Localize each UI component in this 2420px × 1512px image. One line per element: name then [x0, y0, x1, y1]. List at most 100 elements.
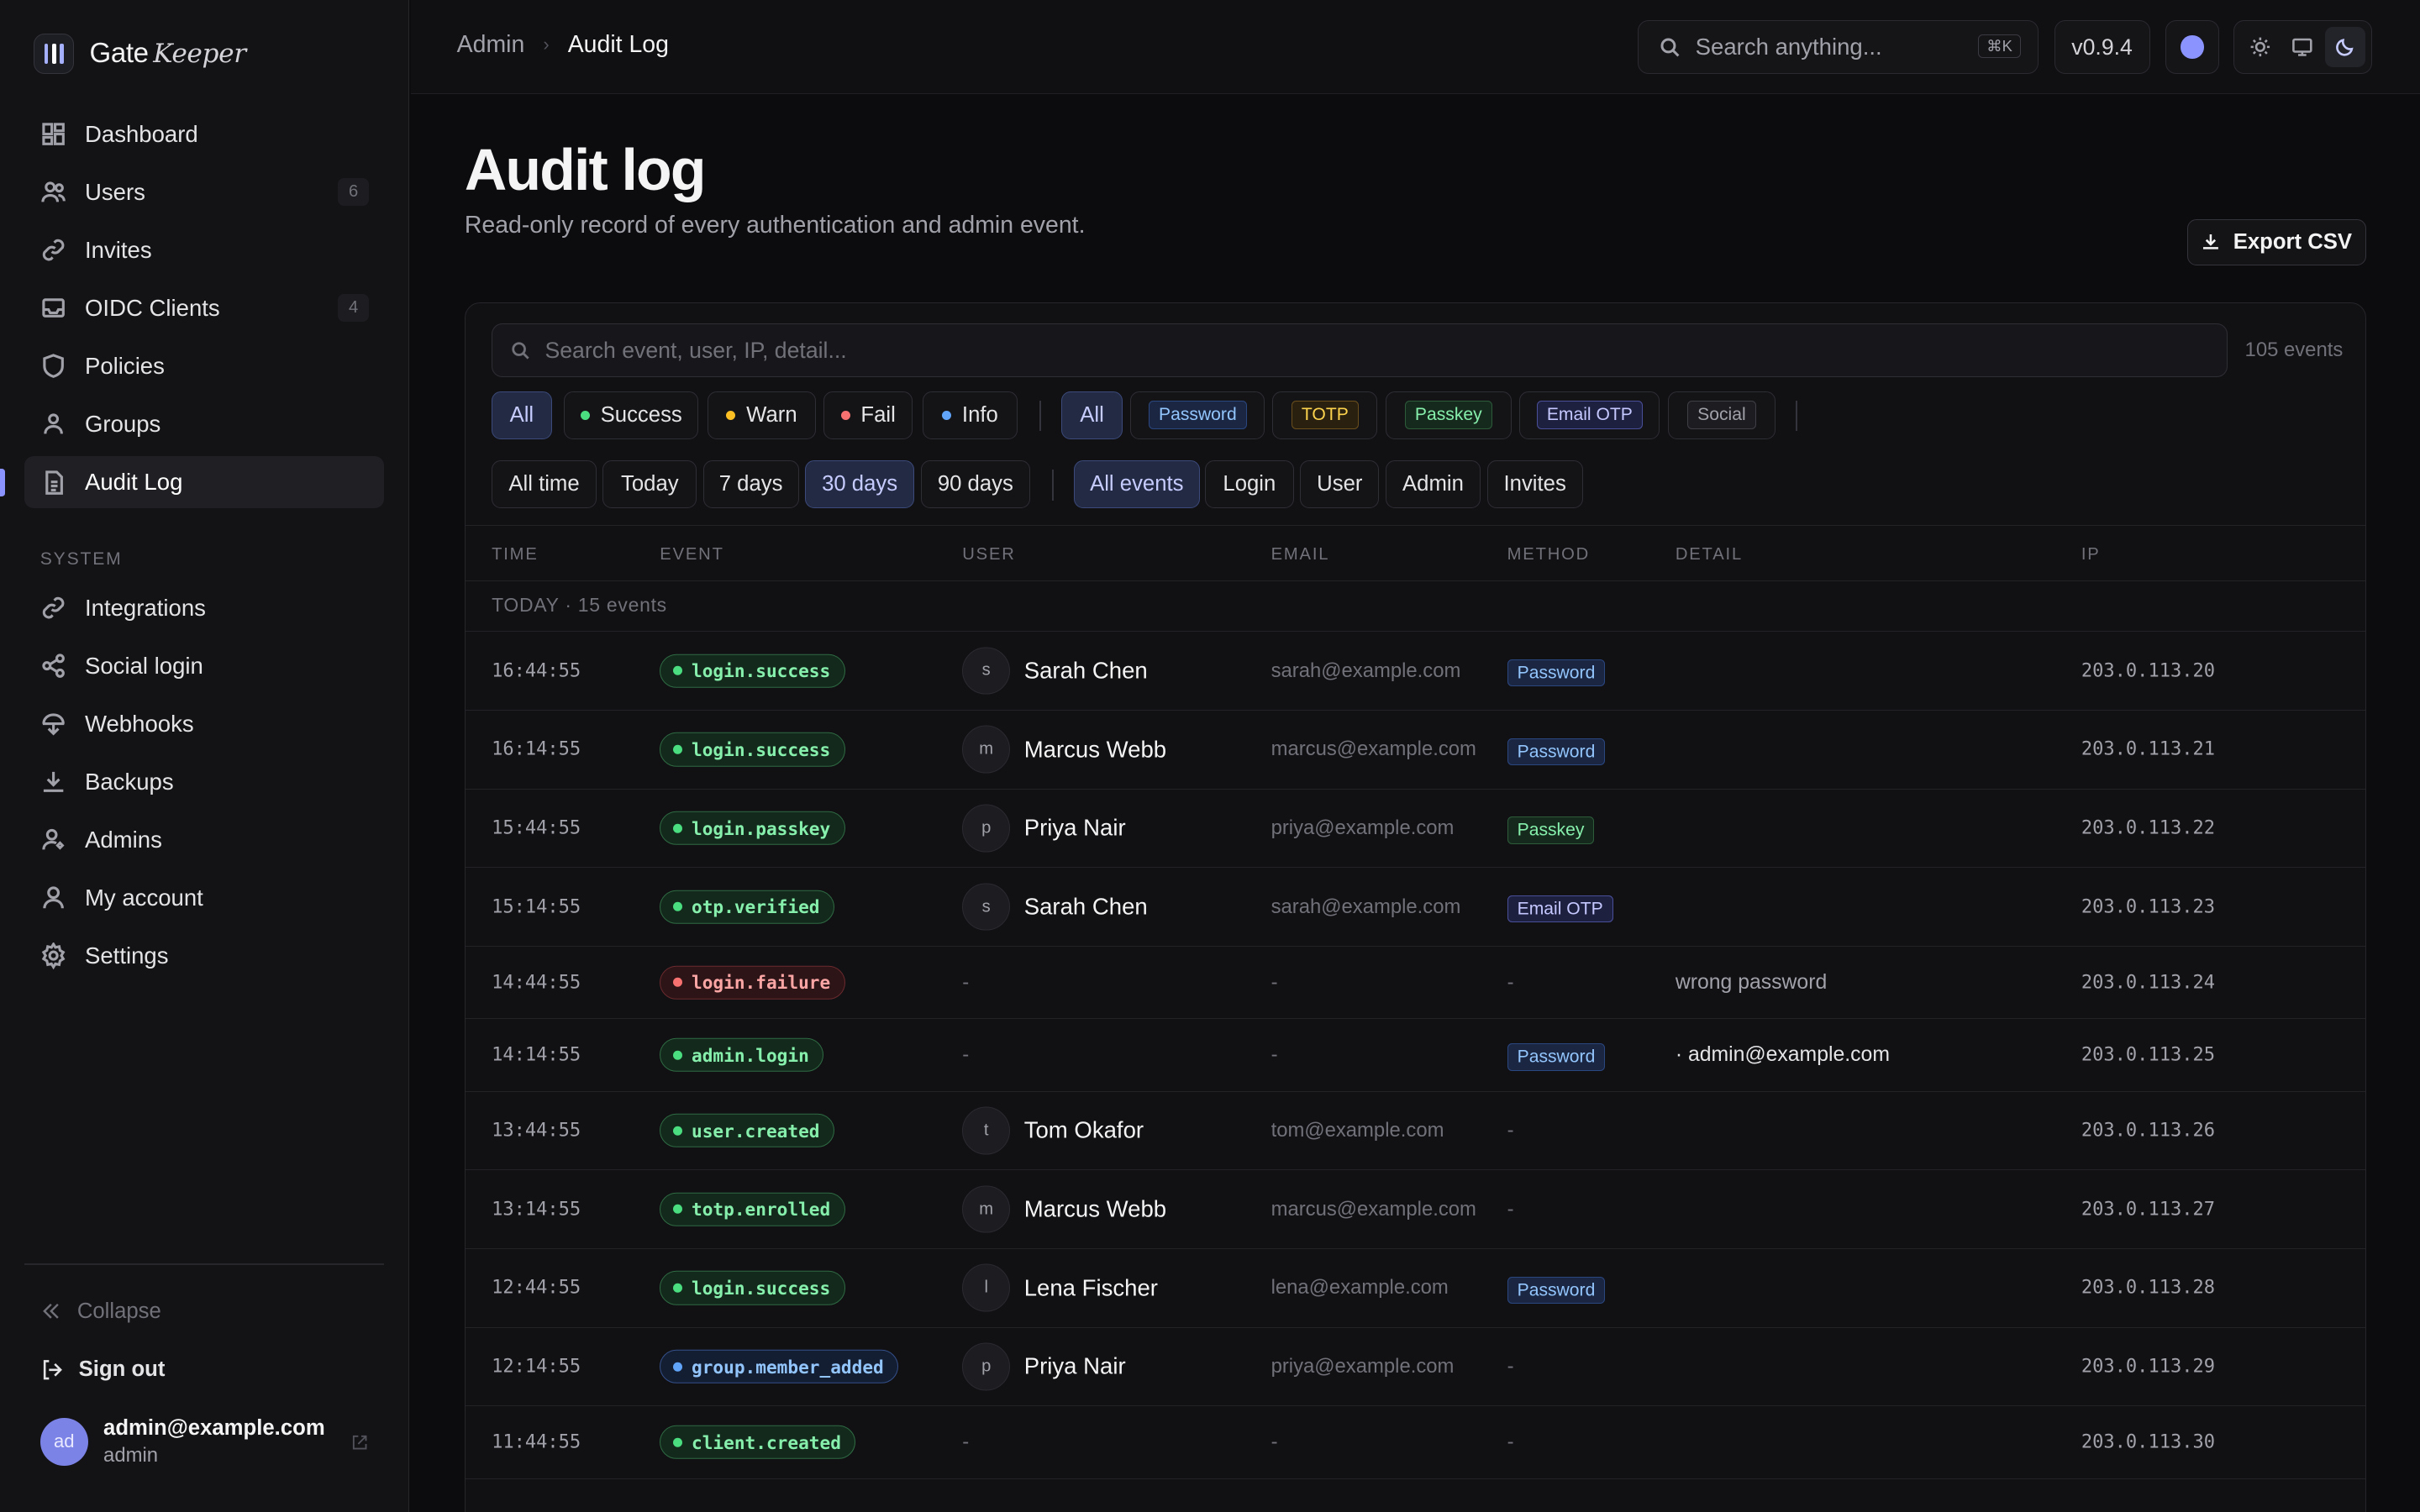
count-badge: 6	[338, 178, 369, 207]
range-filter-7-days[interactable]: 7 days	[702, 460, 799, 509]
event-badge[interactable]: admin.login	[660, 1037, 824, 1073]
avatar: m	[962, 725, 1011, 774]
event-badge[interactable]: login.success	[660, 732, 845, 767]
global-search-input[interactable]: Search anything... ⌘K	[1637, 19, 2039, 75]
method-filter-totp[interactable]: TOTP	[1272, 391, 1378, 439]
sidebar-item-invites[interactable]: Invites	[24, 224, 384, 276]
current-user-card[interactable]: ad admin@example.com admin	[39, 1416, 325, 1467]
event-badge[interactable]: login.passkey	[660, 811, 845, 846]
event-badge[interactable]: group.member_added	[660, 1349, 899, 1384]
event-badge[interactable]: login.success	[660, 654, 845, 688]
range-filter-today[interactable]: Today	[602, 460, 697, 509]
user-cell[interactable]: m Marcus Webb	[962, 1185, 1166, 1233]
range-filter-90-days[interactable]: 90 days	[920, 460, 1031, 509]
user-email: -	[1270, 1430, 1278, 1453]
range-filter-30-days[interactable]: 30 days	[804, 460, 915, 509]
sidebar-item-dashboard[interactable]: Dashboard	[24, 108, 384, 160]
ip-address: 203.0.113.22	[2081, 817, 2216, 839]
method-filter-email-otp[interactable]: Email OTP	[1519, 391, 1660, 439]
user-cell[interactable]: p Priya Nair	[962, 804, 1126, 853]
user-cell[interactable]: s Sarah Chen	[962, 883, 1148, 931]
kind-filter-all-events[interactable]: All events	[1073, 460, 1201, 509]
event-badge[interactable]: login.success	[660, 1271, 845, 1305]
external-link-icon[interactable]	[352, 1435, 367, 1450]
sidebar-item-oidc-clients[interactable]: OIDC Clients 4	[24, 282, 384, 334]
table-row[interactable]: 11:44:55 client.created - - - 203.0.113.30	[465, 1406, 2365, 1479]
method-filter-all[interactable]: All	[1060, 391, 1123, 439]
theme-light-button[interactable]	[2240, 27, 2281, 67]
event-time: 13:14:55	[492, 1199, 581, 1221]
theme-system-button[interactable]	[2282, 27, 2323, 67]
sidebar-item-webhooks[interactable]: Webhooks	[24, 698, 384, 750]
sidebar-item-audit-log[interactable]: Audit Log	[0, 455, 385, 509]
event-search-input[interactable]: Search event, user, IP, detail...	[492, 323, 2228, 378]
status-filter-warn[interactable]: Warn	[708, 391, 816, 439]
sun-icon	[2250, 37, 2270, 57]
table-row[interactable]: 16:44:55 login.success s Sarah Chen sarah@ex…	[465, 632, 2365, 711]
sidebar-item-my-account[interactable]: My account	[24, 872, 384, 924]
user-name: Sarah Chen	[1023, 657, 1148, 684]
sidebar-item-policies[interactable]: Policies	[24, 340, 384, 392]
theme-dark-button[interactable]	[2325, 27, 2365, 67]
event-badge[interactable]: login.failure	[660, 965, 845, 1000]
user-cell[interactable]: l Lena Fischer	[962, 1263, 1158, 1312]
column-header-email[interactable]: EMAIL	[1271, 545, 1330, 564]
inbox-icon	[42, 298, 65, 318]
sign-out-button[interactable]: Sign out	[40, 1357, 165, 1382]
method-filter-passkey[interactable]: Passkey	[1385, 391, 1512, 439]
sidebar-item-admins[interactable]: Admins	[24, 814, 384, 866]
column-header-method[interactable]: METHOD	[1507, 545, 1591, 564]
kind-filter-user[interactable]: User	[1300, 460, 1380, 509]
column-header-detail[interactable]: DETAIL	[1676, 545, 1743, 564]
sidebar-item-backups[interactable]: Backups	[24, 756, 384, 808]
range-filter-all-time[interactable]: All time	[492, 460, 597, 509]
method-filter-social[interactable]: Social	[1667, 391, 1776, 439]
column-header-event[interactable]: EVENT	[660, 545, 724, 564]
status-dot-icon	[672, 902, 682, 912]
day-group-header: TODAY · 15 events	[465, 582, 2365, 633]
status-filter-success[interactable]: Success	[564, 391, 699, 439]
column-header-ip[interactable]: IP	[2081, 545, 2101, 564]
collapse-button[interactable]: Collapse	[40, 1299, 161, 1324]
event-badge[interactable]: otp.verified	[660, 890, 835, 924]
table-row[interactable]: 13:14:55 totp.enrolled m Marcus Webb marcus@…	[465, 1170, 2365, 1249]
user-cell[interactable]: p Priya Nair	[962, 1342, 1126, 1391]
method-filter-password[interactable]: Password	[1130, 391, 1265, 439]
event-badge[interactable]: user.created	[660, 1113, 835, 1148]
status-dot-icon	[672, 1437, 682, 1447]
event-badge[interactable]: totp.enrolled	[660, 1192, 845, 1226]
user-cell[interactable]: m Marcus Webb	[962, 725, 1166, 774]
sidebar-item-social-login[interactable]: Social login	[24, 639, 384, 691]
table-row[interactable]: 15:44:55 login.passkey p Priya Nair priya@ex…	[465, 790, 2365, 869]
user-cell[interactable]: t Tom Okafor	[962, 1106, 1144, 1155]
sidebar-item-label: Settings	[84, 942, 169, 969]
chip-label: All events	[1090, 472, 1184, 496]
version-badge[interactable]: v0.9.4	[2054, 19, 2150, 75]
table-row[interactable]: 14:44:55 login.failure - - - wrong password 20…	[465, 947, 2365, 1020]
table-row[interactable]: 15:14:55 otp.verified s Sarah Chen sarah@exa…	[465, 868, 2365, 947]
table-row[interactable]: 12:44:55 login.success l Lena Fischer lena@e…	[465, 1249, 2365, 1328]
accent-color-button[interactable]	[2165, 19, 2220, 75]
users-icon	[41, 181, 66, 202]
table-row[interactable]: 14:14:55 admin.login - - Password · admin@exa…	[465, 1019, 2365, 1092]
kind-filter-login[interactable]: Login	[1204, 460, 1295, 509]
sidebar-item-integrations[interactable]: Integrations	[24, 581, 384, 633]
event-badge[interactable]: client.created	[660, 1425, 856, 1460]
status-filter-fail[interactable]: Fail	[823, 391, 913, 439]
table-row[interactable]: 16:14:55 login.success m Marcus Webb marcus@…	[465, 711, 2365, 790]
column-header-user[interactable]: USER	[962, 545, 1015, 564]
column-header-time[interactable]: TIME	[492, 545, 539, 564]
status-filter-all[interactable]: All	[492, 391, 552, 439]
kind-filter-admin[interactable]: Admin	[1385, 460, 1481, 509]
table-row[interactable]: 13:44:55 user.created t Tom Okafor tom@examp…	[465, 1092, 2365, 1171]
export-csv-button[interactable]: Export CSV	[2186, 218, 2366, 265]
brand[interactable]: Gate Keeper	[34, 34, 246, 75]
sidebar-item-groups[interactable]: Groups	[24, 398, 384, 450]
sidebar-item-settings[interactable]: Settings	[24, 930, 384, 982]
status-filter-info[interactable]: Info	[922, 391, 1018, 439]
table-row[interactable]: 12:14:55 group.member_added p Priya Nair pri…	[465, 1328, 2365, 1407]
user-cell[interactable]: s Sarah Chen	[962, 647, 1148, 695]
breadcrumb-admin[interactable]: Admin	[457, 31, 525, 59]
kind-filter-invites[interactable]: Invites	[1486, 460, 1583, 509]
sidebar-item-users[interactable]: Users 6	[24, 166, 384, 218]
